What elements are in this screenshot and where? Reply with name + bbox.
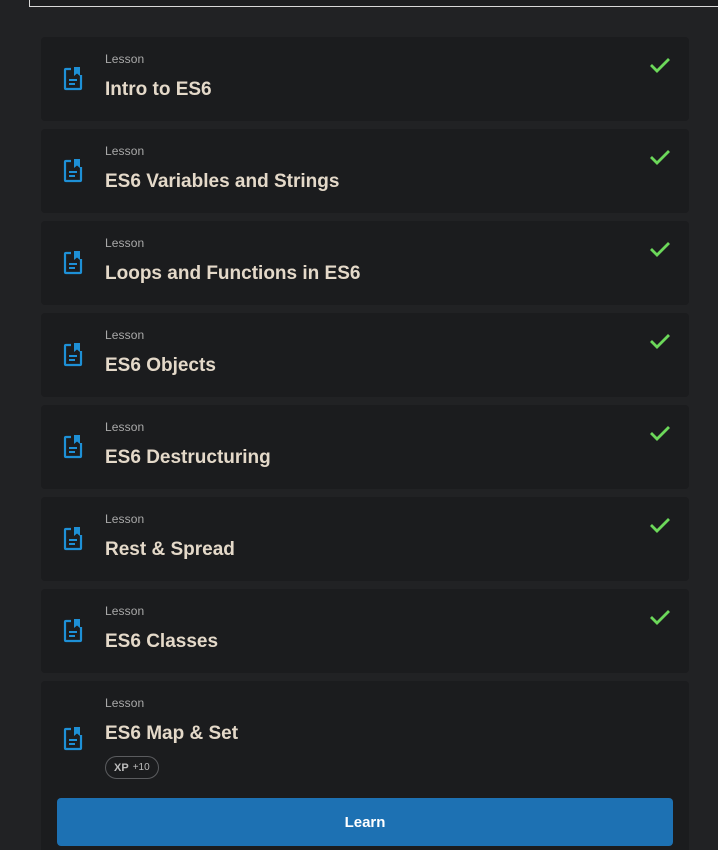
lesson-title: ES6 Objects <box>105 355 216 376</box>
lesson-title: Intro to ES6 <box>105 79 212 100</box>
document-icon <box>63 619 83 643</box>
lesson-item[interactable]: Lesson Rest & Spread <box>41 497 689 581</box>
lesson-item[interactable]: Lesson ES6 Classes <box>41 589 689 673</box>
lesson-page: Lesson Intro to ES6 Lesson ES6 Variables… <box>0 0 718 850</box>
check-icon <box>650 518 670 533</box>
document-icon <box>63 435 83 459</box>
lesson-kind-label: Lesson <box>105 328 145 342</box>
document-icon <box>63 251 83 275</box>
lesson-item[interactable]: Lesson ES6 Objects <box>41 313 689 397</box>
current-lesson-item: Lesson ES6 Map & Set XP +10 Learn <box>41 681 689 850</box>
lesson-title: ES6 Classes <box>105 631 219 652</box>
document-icon <box>63 343 83 367</box>
xp-label: XP <box>114 761 129 774</box>
lesson-item[interactable]: Lesson Intro to ES6 <box>41 37 689 121</box>
check-icon <box>650 58 670 73</box>
lesson-item[interactable]: Lesson ES6 Variables and Strings <box>41 129 689 213</box>
lesson-item[interactable]: Lesson Loops and Functions in ES6 <box>41 221 689 305</box>
lesson-kind-label: Lesson <box>105 696 145 710</box>
document-icon <box>63 727 83 751</box>
lesson-kind-label: Lesson <box>105 512 145 526</box>
lesson-kind-label: Lesson <box>105 604 145 618</box>
document-icon <box>63 67 83 91</box>
check-icon <box>650 150 670 165</box>
check-icon <box>650 242 670 257</box>
lesson-item[interactable]: Lesson ES6 Destructuring <box>41 405 689 489</box>
check-icon <box>650 610 670 625</box>
top-panel-edge <box>29 0 718 7</box>
lesson-list: Lesson Intro to ES6 Lesson ES6 Variables… <box>41 37 689 850</box>
lesson-kind-label: Lesson <box>105 144 145 158</box>
xp-badge: XP +10 <box>105 756 159 779</box>
document-icon <box>63 159 83 183</box>
lesson-title: ES6 Map & Set <box>105 723 239 744</box>
lesson-title: ES6 Variables and Strings <box>105 171 340 192</box>
lesson-kind-label: Lesson <box>105 420 145 434</box>
xp-value: +10 <box>132 762 150 773</box>
lesson-title: Loops and Functions in ES6 <box>105 263 361 284</box>
document-icon <box>63 527 83 551</box>
check-icon <box>650 426 670 441</box>
lesson-kind-label: Lesson <box>105 236 145 250</box>
lesson-title: Rest & Spread <box>105 539 235 560</box>
lesson-kind-label: Lesson <box>105 52 145 66</box>
learn-button[interactable]: Learn <box>57 798 673 846</box>
check-icon <box>650 334 670 349</box>
lesson-title: ES6 Destructuring <box>105 447 271 468</box>
